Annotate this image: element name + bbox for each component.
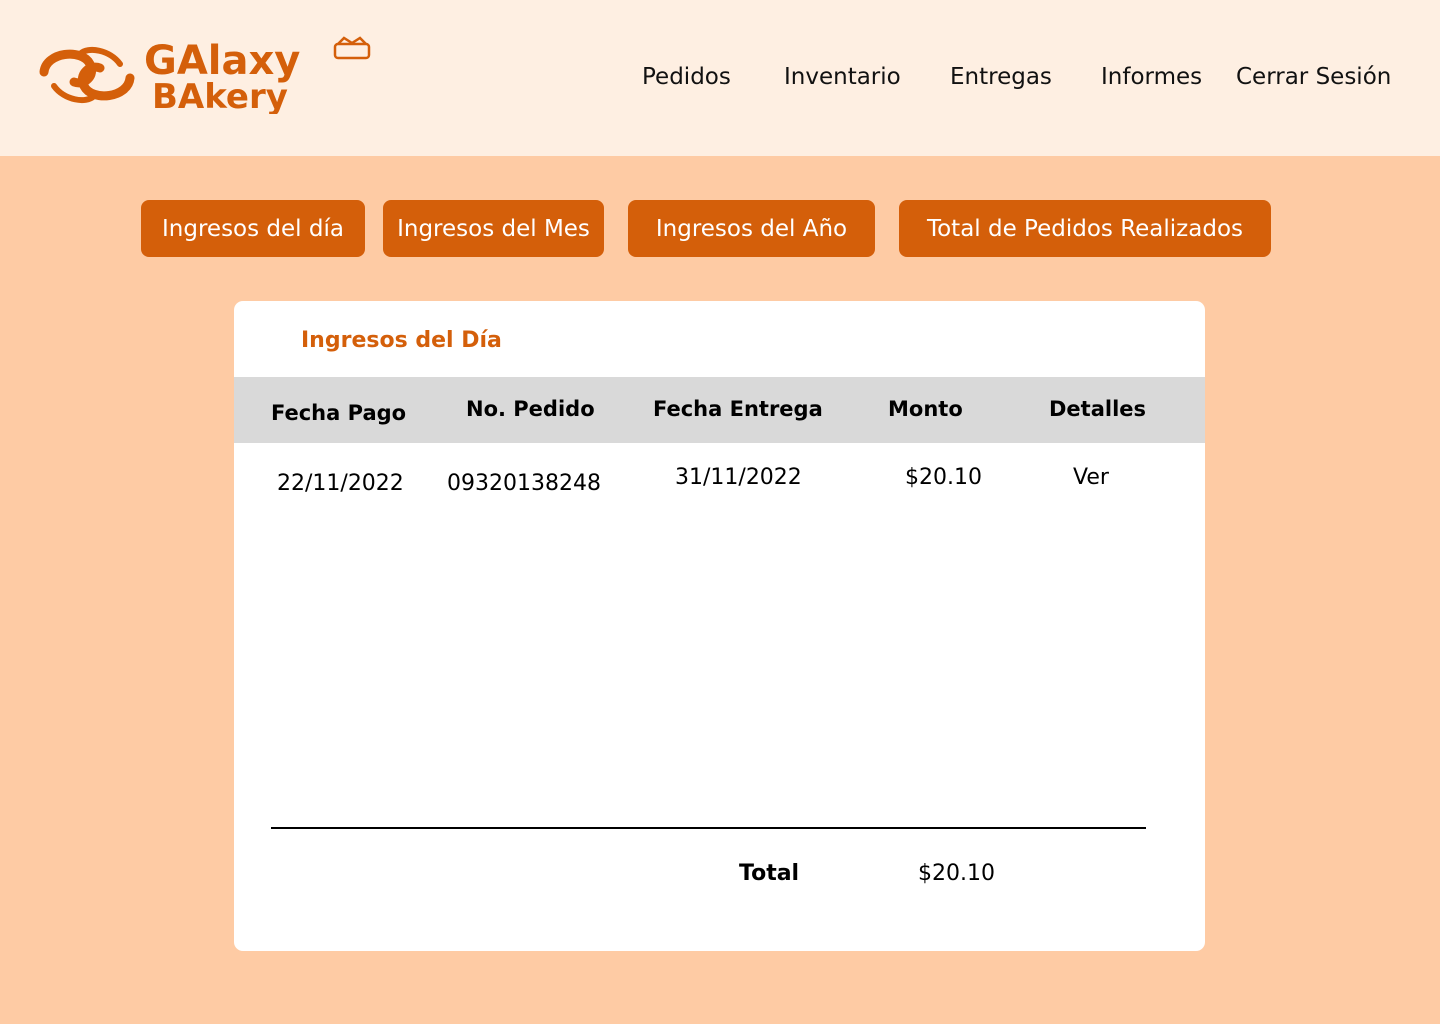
logo-graphic: GAlaxy BAkery	[39, 36, 371, 117]
nav-cerrar-sesion[interactable]: Cerrar Sesión	[1236, 64, 1391, 90]
col-detalles: Detalles	[1049, 397, 1147, 421]
col-fecha-pago: Fecha Pago	[271, 401, 407, 425]
nav-pedidos[interactable]: Pedidos	[642, 64, 731, 90]
col-monto: Monto	[888, 397, 963, 421]
nav-inventario[interactable]: Inventario	[784, 64, 901, 90]
tab-ingresos-mes[interactable]: Ingresos del Mes	[383, 200, 604, 257]
report-card: Ingresos del Día Fecha Pago No. Pedido F…	[234, 301, 1205, 951]
logo-line-2: BAkery	[152, 77, 288, 114]
nav-informes[interactable]: Informes	[1101, 64, 1202, 90]
ver-detalles-link[interactable]: Ver	[1073, 465, 1109, 490]
tab-ingresos-ano[interactable]: Ingresos del Año	[628, 200, 875, 257]
cell-monto: $20.10	[905, 465, 982, 490]
col-fecha-entrega: Fecha Entrega	[653, 397, 823, 421]
total-label: Total	[739, 861, 800, 886]
cell-fecha-pago: 22/11/2022	[277, 471, 404, 496]
report-title: Ingresos del Día	[301, 328, 502, 353]
tab-total-pedidos[interactable]: Total de Pedidos Realizados	[899, 200, 1271, 257]
table-header: Fecha Pago No. Pedido Fecha Entrega Mont…	[234, 377, 1205, 443]
cell-no-pedido: 09320138248	[447, 471, 601, 496]
total-divider	[271, 827, 1146, 829]
nav-entregas[interactable]: Entregas	[950, 64, 1052, 90]
tab-ingresos-dia[interactable]: Ingresos del día	[141, 200, 365, 257]
galaxy-bakery-logo[interactable]: GAlaxy BAkery	[34, 34, 374, 117]
cell-fecha-entrega: 31/11/2022	[675, 465, 802, 490]
col-no-pedido: No. Pedido	[466, 397, 595, 421]
total-value: $20.10	[918, 861, 995, 886]
top-header: GAlaxy BAkery Pedidos Inventario Entrega…	[0, 0, 1440, 156]
